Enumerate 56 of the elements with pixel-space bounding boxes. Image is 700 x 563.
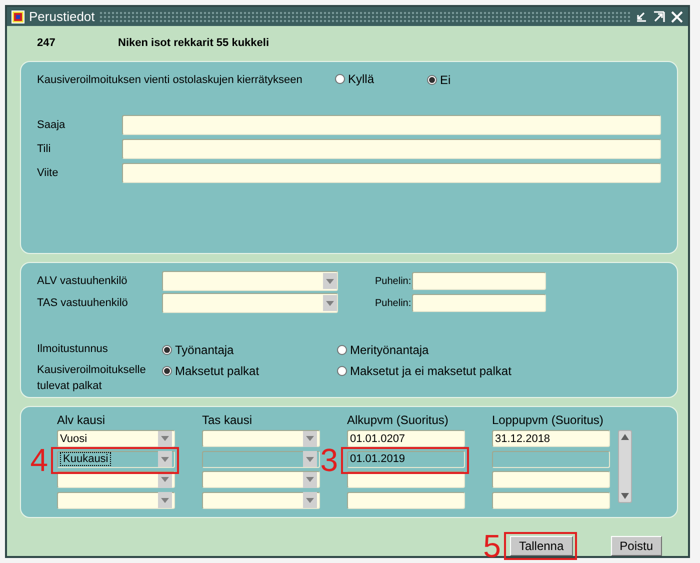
field-label: ALV vastuuhenkilö xyxy=(37,275,128,287)
annotation-number: 5 xyxy=(483,530,501,562)
input-field[interactable]: 01.01.0207 xyxy=(347,430,465,448)
input-field[interactable] xyxy=(492,471,610,488)
field-label: Puhelin: xyxy=(375,298,412,308)
column-header: Tas kausi xyxy=(202,413,254,429)
scroll-down-icon[interactable] xyxy=(621,493,629,499)
maximize-icon[interactable] xyxy=(652,10,666,24)
input-field[interactable] xyxy=(347,492,465,509)
dropdown-field[interactable] xyxy=(162,293,338,313)
dialog-button[interactable]: Poistu xyxy=(610,536,662,556)
input-field[interactable] xyxy=(492,492,610,509)
dropdown-field[interactable]: Kuukausi xyxy=(57,450,175,468)
radio-button[interactable]: Merityönantaja xyxy=(337,343,429,357)
field-label: Viite xyxy=(37,167,60,179)
field-label: Tili xyxy=(37,143,52,155)
field-label: Saaja xyxy=(37,119,66,131)
field-label: Kausiveroilmoituksen vienti ostolaskujen kierrätykseen xyxy=(37,74,304,86)
field-label: Kausiveroilmoitukselle tulevat palkat xyxy=(37,363,147,394)
dialog-button[interactable]: Tallenna xyxy=(510,536,573,556)
column-header: Alv kausi xyxy=(57,413,106,429)
app-icon xyxy=(11,10,25,24)
column-header: Alkupvm (Suoritus) xyxy=(347,413,450,429)
company-name: Niken isot rekkarit 55 kukkeli xyxy=(118,37,270,51)
dropdown-field[interactable] xyxy=(202,471,320,488)
annotation-number: 4 xyxy=(30,444,48,476)
dropdown-field[interactable]: Vuosi xyxy=(57,430,175,448)
field-label: Ilmoitustunnus xyxy=(37,342,109,357)
scrollbar[interactable] xyxy=(618,430,632,503)
field-label: Puhelin: xyxy=(375,276,412,286)
input-field[interactable] xyxy=(412,294,546,312)
radio-button[interactable]: Maksetut palkat xyxy=(162,364,260,378)
minimize-icon[interactable] xyxy=(634,10,648,24)
column-header: Loppupvm (Suoritus) xyxy=(492,413,604,429)
annotation-number: 3 xyxy=(320,444,338,476)
input-field[interactable] xyxy=(122,163,661,183)
input-field[interactable] xyxy=(492,450,610,468)
radio-button[interactable]: Ei xyxy=(427,72,451,86)
window-title: Perustiedot xyxy=(29,9,95,24)
input-field[interactable]: 01.01.2019 xyxy=(347,450,465,468)
input-field[interactable]: 31.12.2018 xyxy=(492,430,610,448)
input-field[interactable] xyxy=(412,272,546,290)
radio-button[interactable]: Maksetut ja ei maksetut palkat xyxy=(337,364,512,378)
dropdown-field[interactable] xyxy=(162,271,338,291)
close-icon[interactable] xyxy=(670,10,684,24)
company-number: 247 xyxy=(37,37,56,51)
scroll-up-icon[interactable] xyxy=(621,434,629,440)
dropdown-field[interactable] xyxy=(57,492,175,509)
dropdown-field[interactable] xyxy=(202,450,320,468)
radio-button[interactable]: Työnantaja xyxy=(162,343,234,357)
dropdown-field[interactable] xyxy=(202,430,320,448)
dropdown-field[interactable] xyxy=(202,492,320,509)
input-field[interactable] xyxy=(122,139,661,159)
radio-button[interactable]: Kyllä xyxy=(335,72,374,86)
field-label: TAS vastuuhenkilö xyxy=(37,297,129,309)
input-field[interactable] xyxy=(122,115,661,135)
